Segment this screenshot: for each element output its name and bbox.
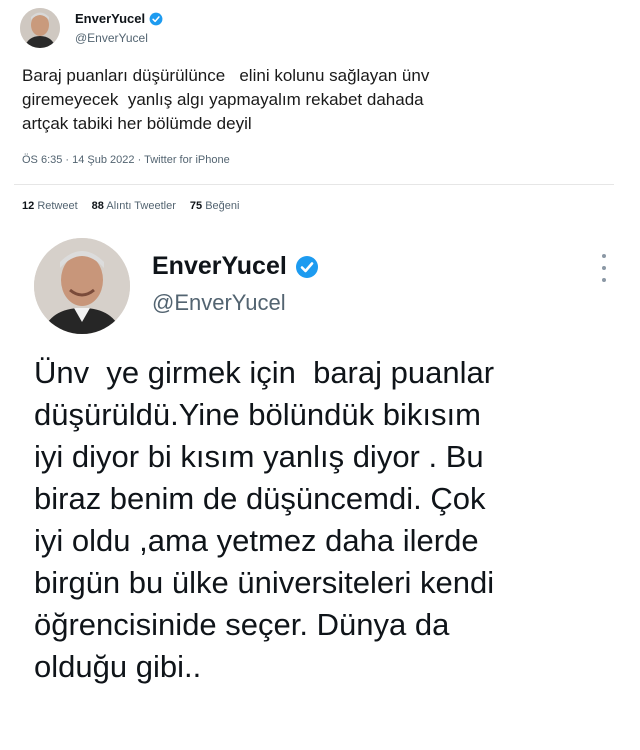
display-name-text: EnverYucel — [152, 252, 287, 280]
retweets-label: Retweet — [37, 200, 78, 212]
quotes-stat[interactable]: 88 Alıntı Tweetler — [92, 200, 176, 212]
verified-badge-icon — [149, 12, 163, 26]
retweets-stat[interactable]: 12 Retweet — [22, 200, 78, 212]
avatar[interactable] — [20, 8, 60, 48]
display-name[interactable]: EnverYucel — [152, 252, 319, 281]
tweet-large: EnverYucel @EnverYucel Ünv ye girmek içi… — [0, 232, 640, 750]
handle[interactable]: @EnverYucel — [75, 31, 148, 45]
tweet-text: Ünv ye girmek için baraj puanlar düşürül… — [34, 355, 495, 684]
likes-stat[interactable]: 75 Beğeni — [190, 200, 240, 212]
verified-badge-icon — [295, 255, 319, 279]
handle[interactable]: @EnverYucel — [152, 290, 286, 316]
likes-count: 75 — [189, 200, 203, 212]
tweet-meta[interactable]: ÖS 6:35 · 14 Şub 2022 · Twitter for iPho… — [22, 154, 230, 166]
more-options-icon[interactable] — [598, 254, 610, 282]
likes-label: Beğeni — [205, 200, 240, 212]
tweet-stats: 12 Retweet 88 Alıntı Tweetler 75 Beğeni — [22, 200, 239, 212]
divider — [14, 184, 614, 185]
tweet-text: Baraj puanları düşürülünce elini kolunu … — [22, 66, 430, 133]
tweet-small: EnverYucel @EnverYucel Baraj puanları dü… — [0, 0, 640, 232]
avatar[interactable] — [34, 238, 130, 334]
quotes-label: Alıntı Tweetler — [106, 200, 176, 212]
display-name[interactable]: EnverYucel — [75, 11, 163, 26]
retweets-count: 12 — [22, 200, 35, 212]
quotes-count: 88 — [91, 200, 104, 212]
display-name-text: EnverYucel — [75, 11, 146, 26]
